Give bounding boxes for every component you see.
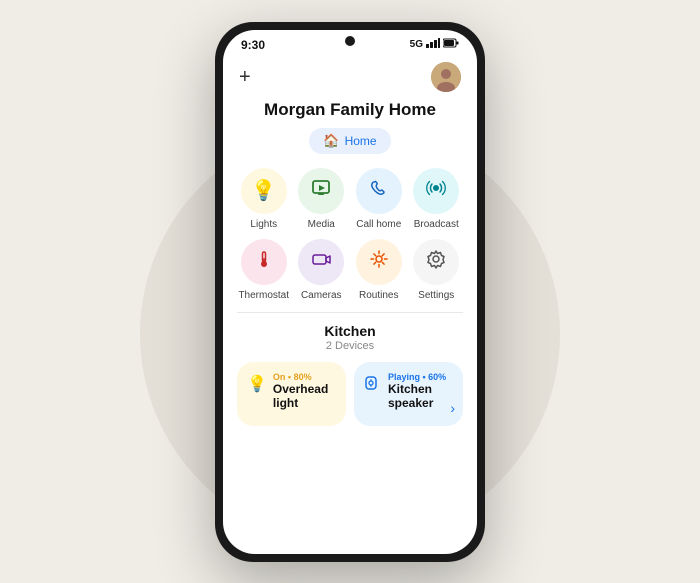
overhead-light-content: 💡 On • 80% Overhead light [247,372,336,410]
settings-icon-circle [413,239,459,285]
overhead-light-card[interactable]: 💡 On • 80% Overhead light [237,362,346,426]
call-home-icon [368,177,390,205]
lights-button[interactable]: 💡 Lights [237,168,291,231]
camera-notch [345,36,355,46]
top-bar: + [223,56,477,96]
cameras-icon-circle [298,239,344,285]
kitchen-speaker-status: Playing • 60% [388,372,453,382]
home-chip-icon: 🏠 [323,133,339,149]
routines-icon-circle [356,239,402,285]
media-icon [310,177,332,205]
kitchen-speaker-chevron: › [450,400,455,416]
media-button[interactable]: Media [295,168,349,231]
kitchen-speaker-info: Playing • 60% Kitchen speaker [388,372,453,410]
media-label: Media [308,219,335,231]
settings-icon [425,248,447,276]
battery-icon [443,38,459,51]
routines-button[interactable]: Routines [352,239,406,302]
home-title: Morgan Family Home [223,96,477,128]
overhead-light-status: On • 80% [273,372,336,382]
kitchen-speaker-icon [364,374,382,397]
app-content: + Morgan Family Home [223,56,477,554]
thermostat-label: Thermostat [238,290,289,302]
avatar-image [431,62,461,92]
broadcast-label: Broadcast [414,219,459,231]
cameras-icon [310,248,332,276]
signal-icon [426,38,440,51]
kitchen-speaker-card[interactable]: Playing • 60% Kitchen speaker › [354,362,463,426]
thermostat-button[interactable]: Thermostat [237,239,291,302]
settings-button[interactable]: Settings [410,239,464,302]
phone-frame: 9:30 5G [215,22,485,562]
quick-actions-row2: Thermostat Came [237,239,463,302]
avatar[interactable] [431,62,461,92]
phone-screen: 9:30 5G [223,30,477,554]
thermostat-icon-circle [241,239,287,285]
call-home-icon-circle [356,168,402,214]
broadcast-icon-circle [413,168,459,214]
phone-mockup: 9:30 5G [215,22,485,562]
home-chip[interactable]: 🏠 Home [309,128,390,154]
lights-icon-circle: 💡 [241,168,287,214]
broadcast-button[interactable]: Broadcast [410,168,464,231]
routines-label: Routines [359,290,398,302]
room-device-count: 2 Devices [237,340,463,352]
section-divider [237,312,463,313]
status-time: 9:30 [241,38,265,52]
add-button[interactable]: + [239,67,251,87]
room-section: Kitchen 2 Devices 💡 On • 80% Overhead li… [223,323,477,440]
cameras-label: Cameras [301,290,342,302]
network-label: 5G [410,39,423,50]
lights-icon: 💡 [251,178,276,203]
room-title: Kitchen [237,323,463,339]
broadcast-icon [425,177,447,205]
thermostat-icon [253,248,275,276]
call-home-button[interactable]: Call home [352,168,406,231]
home-chip-container: 🏠 Home [223,128,477,154]
overhead-light-info: On • 80% Overhead light [273,372,336,410]
device-cards: 💡 On • 80% Overhead light [237,362,463,440]
kitchen-speaker-name: Kitchen speaker [388,382,453,410]
media-icon-circle [298,168,344,214]
status-icons: 5G [410,38,459,51]
quick-actions-section: 💡 Lights [223,168,477,302]
lights-label: Lights [250,219,277,231]
overhead-light-icon: 💡 [247,374,267,394]
cameras-button[interactable]: Cameras [295,239,349,302]
home-chip-label: Home [345,134,377,148]
settings-label: Settings [418,290,454,302]
overhead-light-name: Overhead light [273,382,336,410]
quick-actions-row1: 💡 Lights [237,168,463,231]
routines-icon [368,248,390,276]
call-home-label: Call home [356,219,401,231]
kitchen-speaker-content: Playing • 60% Kitchen speaker [364,372,453,410]
